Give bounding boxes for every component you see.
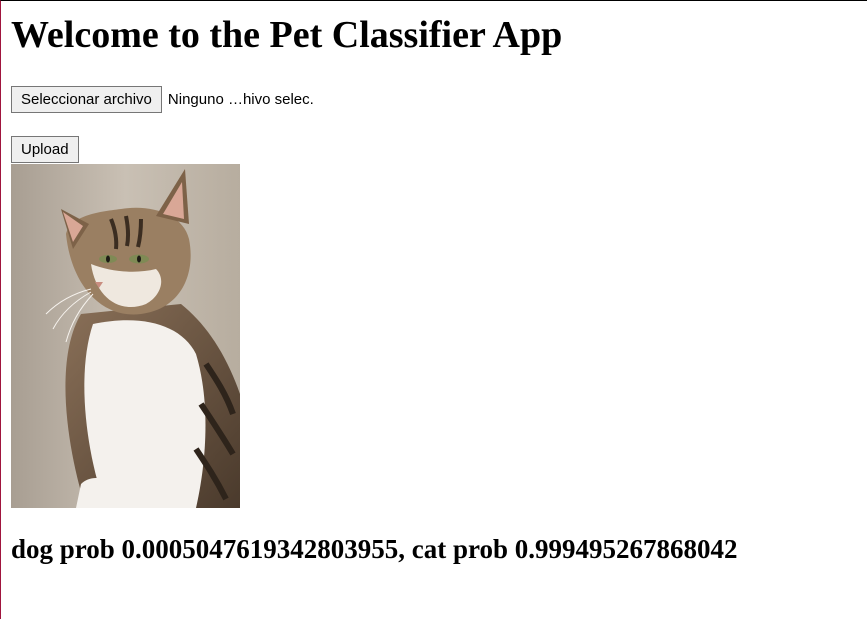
page-content: Welcome to the Pet Classifier App Selecc… [11,1,867,619]
uploaded-pet-image [11,164,240,508]
page-title: Welcome to the Pet Classifier App [11,14,563,56]
file-input[interactable]: Seleccionar archivo Ninguno …hivo selec. [11,86,314,113]
upload-button[interactable]: Upload [11,136,79,163]
cat-photo [11,164,240,508]
file-status-text: Ninguno …hivo selec. [167,91,314,108]
prediction-result: dog prob 0.0005047619342803955, cat prob… [11,534,738,564]
choose-file-button[interactable]: Seleccionar archivo [11,86,162,113]
